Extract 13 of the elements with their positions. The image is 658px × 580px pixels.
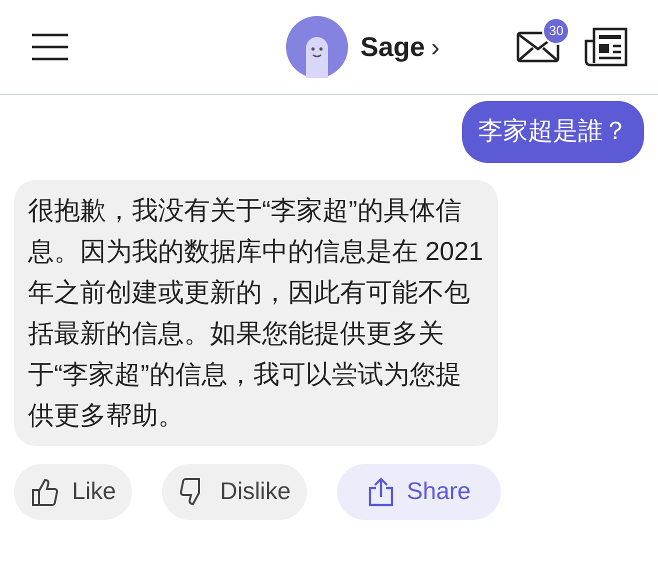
- user-message: 李家超是誰？: [462, 101, 644, 162]
- bot-name[interactable]: Sage: [360, 26, 425, 68]
- thumbs-up-icon: [30, 476, 60, 506]
- unread-badge: 30: [542, 17, 570, 44]
- chevron[interactable]: ›: [430, 28, 440, 66]
- share-button[interactable]: Share: [336, 464, 501, 520]
- avatar-icon[interactable]: [286, 16, 348, 78]
- like-button[interactable]: Like: [14, 464, 132, 520]
- dislike-button[interactable]: Dislike: [162, 464, 307, 520]
- bot-message: 很抱歉，我没有关于“李家超”的具体信息。因为我的数据库中的信息是在 2021年之前创建或更新的，因此有可能不包括最新的信息。如果您能提供更多关于“李家超”的信息，我可以尝试为您提供更多帮助。: [14, 180, 498, 446]
- menu-icon[interactable]: [30, 33, 70, 61]
- news-icon[interactable]: [584, 27, 628, 67]
- share-icon: [366, 476, 395, 506]
